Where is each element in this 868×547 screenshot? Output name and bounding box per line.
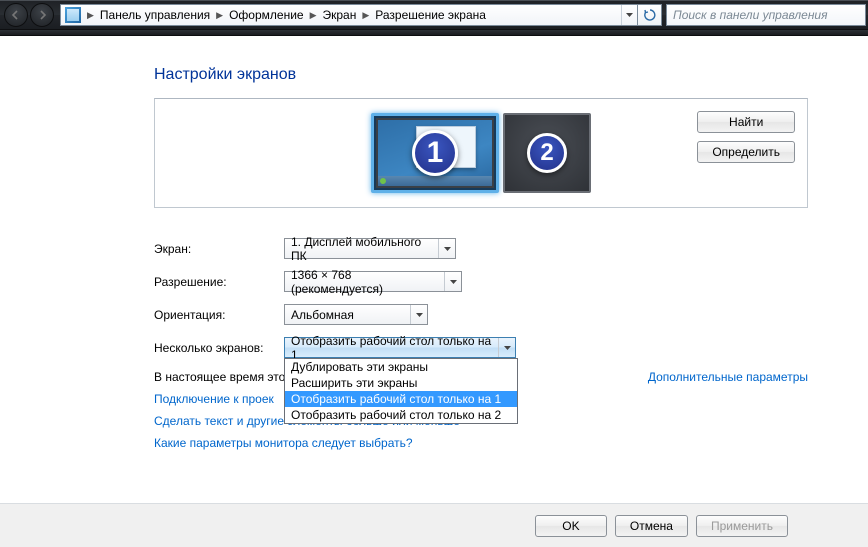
resolution-value: 1366 × 768 (рекомендуется) xyxy=(291,268,443,296)
chevron-right-icon: ▶ xyxy=(306,10,321,21)
breadcrumb-dropdown[interactable] xyxy=(621,5,637,25)
control-panel-icon xyxy=(65,7,81,23)
resolution-select[interactable]: 1366 × 768 (рекомендуется) xyxy=(284,271,462,292)
chevron-down-icon xyxy=(438,239,455,258)
breadcrumb-item[interactable]: Разрешение экрана xyxy=(373,8,488,22)
chevron-down-icon xyxy=(410,305,427,324)
nav-forward-button[interactable] xyxy=(30,3,54,27)
orientation-value: Альбомная xyxy=(291,308,354,322)
main-display-status: В настоящее время это xyxy=(154,370,285,384)
apply-button[interactable]: Применить xyxy=(696,515,788,537)
page-title: Настройки экранов xyxy=(154,66,808,84)
nav-back-button[interactable] xyxy=(4,3,28,27)
breadcrumb-item[interactable]: Оформление xyxy=(227,8,305,22)
address-bar: ▶ Панель управления ▶ Оформление ▶ Экран… xyxy=(0,0,868,30)
breadcrumb-item[interactable]: Панель управления xyxy=(98,8,212,22)
projector-link[interactable]: Подключение к проек xyxy=(154,392,274,406)
advanced-settings-link[interactable]: Дополнительные параметры xyxy=(648,370,808,384)
multi-option-selected[interactable]: Отобразить рабочий стол только на 1 xyxy=(285,391,517,407)
search-input[interactable]: Поиск в панели управления xyxy=(666,4,866,26)
multi-option[interactable]: Отобразить рабочий стол только на 2 xyxy=(285,407,517,423)
monitor-2[interactable]: 2 xyxy=(503,113,591,193)
chevron-right-icon: ▶ xyxy=(358,10,373,21)
multi-displays-dropdown: Дублировать эти экраны Расширить эти экр… xyxy=(284,358,518,424)
cancel-button[interactable]: Отмена xyxy=(615,515,688,537)
content-area: Настройки экранов 1 2 Найти Определить Э… xyxy=(0,36,868,509)
breadcrumb-item[interactable]: Экран xyxy=(321,8,359,22)
chevron-right-icon: ▶ xyxy=(83,10,98,21)
chevron-down-icon xyxy=(444,272,461,291)
multi-option[interactable]: Дублировать эти экраны xyxy=(285,359,517,375)
footer-bar: OK Отмена Применить xyxy=(0,503,868,547)
search-placeholder: Поиск в панели управления xyxy=(673,8,828,22)
monitor-2-badge: 2 xyxy=(527,133,567,173)
orientation-label: Ориентация: xyxy=(154,308,284,322)
multi-displays-select[interactable]: Отобразить рабочий стол только на 1 Дубл… xyxy=(284,337,516,358)
orientation-select[interactable]: Альбомная xyxy=(284,304,428,325)
refresh-icon xyxy=(644,9,656,21)
display-value: 1. Дисплей мобильного ПК xyxy=(291,235,437,263)
identify-button[interactable]: Определить xyxy=(697,141,795,163)
monitor-preview: 1 2 Найти Определить xyxy=(154,98,808,208)
display-label: Экран: xyxy=(154,242,284,256)
monitor-1-badge: 1 xyxy=(412,130,458,176)
breadcrumb[interactable]: ▶ Панель управления ▶ Оформление ▶ Экран… xyxy=(60,4,638,26)
monitor-help-link[interactable]: Какие параметры монитора следует выбрать… xyxy=(154,436,808,450)
refresh-button[interactable] xyxy=(638,4,662,26)
multi-displays-label: Несколько экранов: xyxy=(154,341,284,355)
chevron-down-icon xyxy=(498,338,515,357)
chevron-right-icon: ▶ xyxy=(212,10,227,21)
resolution-label: Разрешение: xyxy=(154,275,284,289)
monitor-1[interactable]: 1 xyxy=(371,113,499,193)
display-select[interactable]: 1. Дисплей мобильного ПК xyxy=(284,238,456,259)
detect-button[interactable]: Найти xyxy=(697,111,795,133)
ok-button[interactable]: OK xyxy=(535,515,607,537)
multi-option[interactable]: Расширить эти экраны xyxy=(285,375,517,391)
